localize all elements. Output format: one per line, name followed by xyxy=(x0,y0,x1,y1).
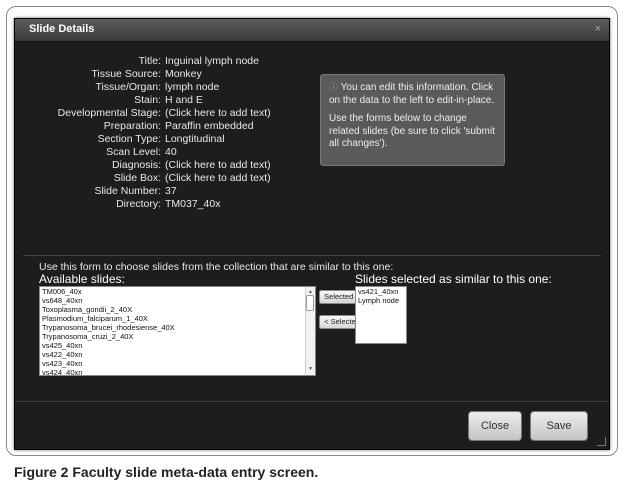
info-line-1: You can edit this information. Click on … xyxy=(329,82,495,106)
list-item[interactable]: TM006_40x xyxy=(40,287,315,296)
detail-value-section-type[interactable]: Longtitudinal xyxy=(165,133,225,146)
list-scrollbar[interactable]: ▲ ▼ xyxy=(305,287,315,375)
detail-row-tissue-organ: Tissue/Organ: lymph node xyxy=(15,81,609,94)
dialog-title: Slide Details xyxy=(29,23,95,35)
detail-row-developmental-stage: Developmental Stage: (Click here to add … xyxy=(15,107,609,120)
detail-row-slide-box: Slide Box: (Click here to add text) xyxy=(15,172,609,185)
detail-row-stain: Stain: H and E xyxy=(15,94,609,107)
slide-details-dialog: Slide Details × Title: Inguinal lymph no… xyxy=(14,18,610,450)
list-item[interactable]: vs425_40xn xyxy=(40,341,315,350)
detail-row-diagnosis: Diagnosis: (Click here to add text) xyxy=(15,159,609,172)
detail-value-title[interactable]: Inguinal lymph node xyxy=(165,55,259,68)
detail-label: Developmental Stage: xyxy=(57,107,161,119)
list-item[interactable]: Trypanosoma_cruzi_2_40X xyxy=(40,332,315,341)
edit-info-box: ⓘ You can edit this information. Click o… xyxy=(320,74,505,166)
list-item[interactable]: vs423_40xn xyxy=(40,359,315,368)
list-item[interactable]: Plasmodium_falciparum_1_40X xyxy=(40,314,315,323)
figure-caption: Figure 2 Faculty slide meta-data entry s… xyxy=(14,464,318,480)
detail-label: Tissue/Organ: xyxy=(95,81,161,93)
detail-value-preparation[interactable]: Paraffin embedded xyxy=(165,120,254,133)
detail-row-directory: Directory: TM037_40x xyxy=(15,198,609,211)
detail-value-slide-number[interactable]: 37 xyxy=(165,185,177,198)
scroll-down-icon[interactable]: ▼ xyxy=(308,365,313,374)
detail-row-tissue-source: Tissue Source: Monkey xyxy=(15,68,609,81)
available-slides-label: Available slides: xyxy=(39,272,125,286)
list-item[interactable]: vs421_40xn xyxy=(356,287,406,296)
detail-row-title: Title: Inguinal lymph node xyxy=(15,55,609,68)
footer-divider xyxy=(15,401,609,402)
detail-row-scan-level: Scan Level: 40 xyxy=(15,146,609,159)
detail-row-section-type: Section Type: Longtitudinal xyxy=(15,133,609,146)
detail-row-slide-number: Slide Number: 37 xyxy=(15,185,609,198)
save-button[interactable]: Save xyxy=(530,411,588,441)
list-item[interactable]: vs422_40xn xyxy=(40,350,315,359)
detail-value-slide-box[interactable]: (Click here to add text) xyxy=(165,172,271,185)
info-icon: ⓘ xyxy=(329,82,339,92)
close-icon[interactable]: × xyxy=(595,23,601,35)
detail-label: Section Type: xyxy=(97,133,161,145)
selected-slides-list[interactable]: vs421_40xn Lymph node xyxy=(355,286,407,344)
detail-value-tissue-source[interactable]: Monkey xyxy=(165,68,202,81)
detail-label: Title: xyxy=(138,55,161,67)
detail-label: Preparation: xyxy=(103,120,161,132)
detail-label: Slide Box: xyxy=(113,172,161,184)
list-item[interactable]: Toxoplasma_gondii_2_40X xyxy=(40,305,315,314)
list-item[interactable]: vs424_40xn xyxy=(40,368,315,375)
detail-value-diagnosis[interactable]: (Click here to add text) xyxy=(165,159,271,172)
dialog-titlebar[interactable]: Slide Details × xyxy=(15,19,609,42)
figure-caption-text: Faculty slide meta-data entry screen. xyxy=(72,464,319,480)
detail-label: Directory: xyxy=(116,198,161,210)
scrollbar-thumb[interactable] xyxy=(306,295,314,311)
info-text-1: ⓘ You can edit this information. Click o… xyxy=(329,81,496,107)
detail-value-developmental-stage[interactable]: (Click here to add text) xyxy=(165,107,271,120)
detail-value-tissue-organ[interactable]: lymph node xyxy=(165,81,219,94)
detail-label: Slide Number: xyxy=(94,185,161,197)
list-item[interactable]: vs648_40xn xyxy=(40,296,315,305)
detail-label: Scan Level: xyxy=(106,146,161,158)
detail-value-stain[interactable]: H and E xyxy=(165,94,203,107)
detail-label: Tissue Source: xyxy=(91,68,161,80)
list-item[interactable]: Lymph node xyxy=(356,296,406,305)
figure-label: Figure 2 xyxy=(14,464,69,480)
list-item[interactable]: Trypanosoma_brucei_rhodesiense_40X xyxy=(40,323,315,332)
detail-value-directory[interactable]: TM037_40x xyxy=(165,198,220,211)
detail-row-preparation: Preparation: Paraffin embedded xyxy=(15,120,609,133)
close-button[interactable]: Close xyxy=(468,411,522,441)
selected-slides-label: Slides selected as similar to this one: xyxy=(355,272,552,286)
info-line-2: Use the forms below to change related sl… xyxy=(329,113,495,149)
resize-handle[interactable] xyxy=(597,437,606,446)
available-slides-list[interactable]: TM006_40x vs648_40xn Toxoplasma_gondii_2… xyxy=(39,286,316,376)
detail-label: Diagnosis: xyxy=(111,159,161,171)
detail-label: Stain: xyxy=(134,94,161,106)
section-divider xyxy=(23,255,601,256)
detail-value-scan-level[interactable]: 40 xyxy=(165,146,177,159)
